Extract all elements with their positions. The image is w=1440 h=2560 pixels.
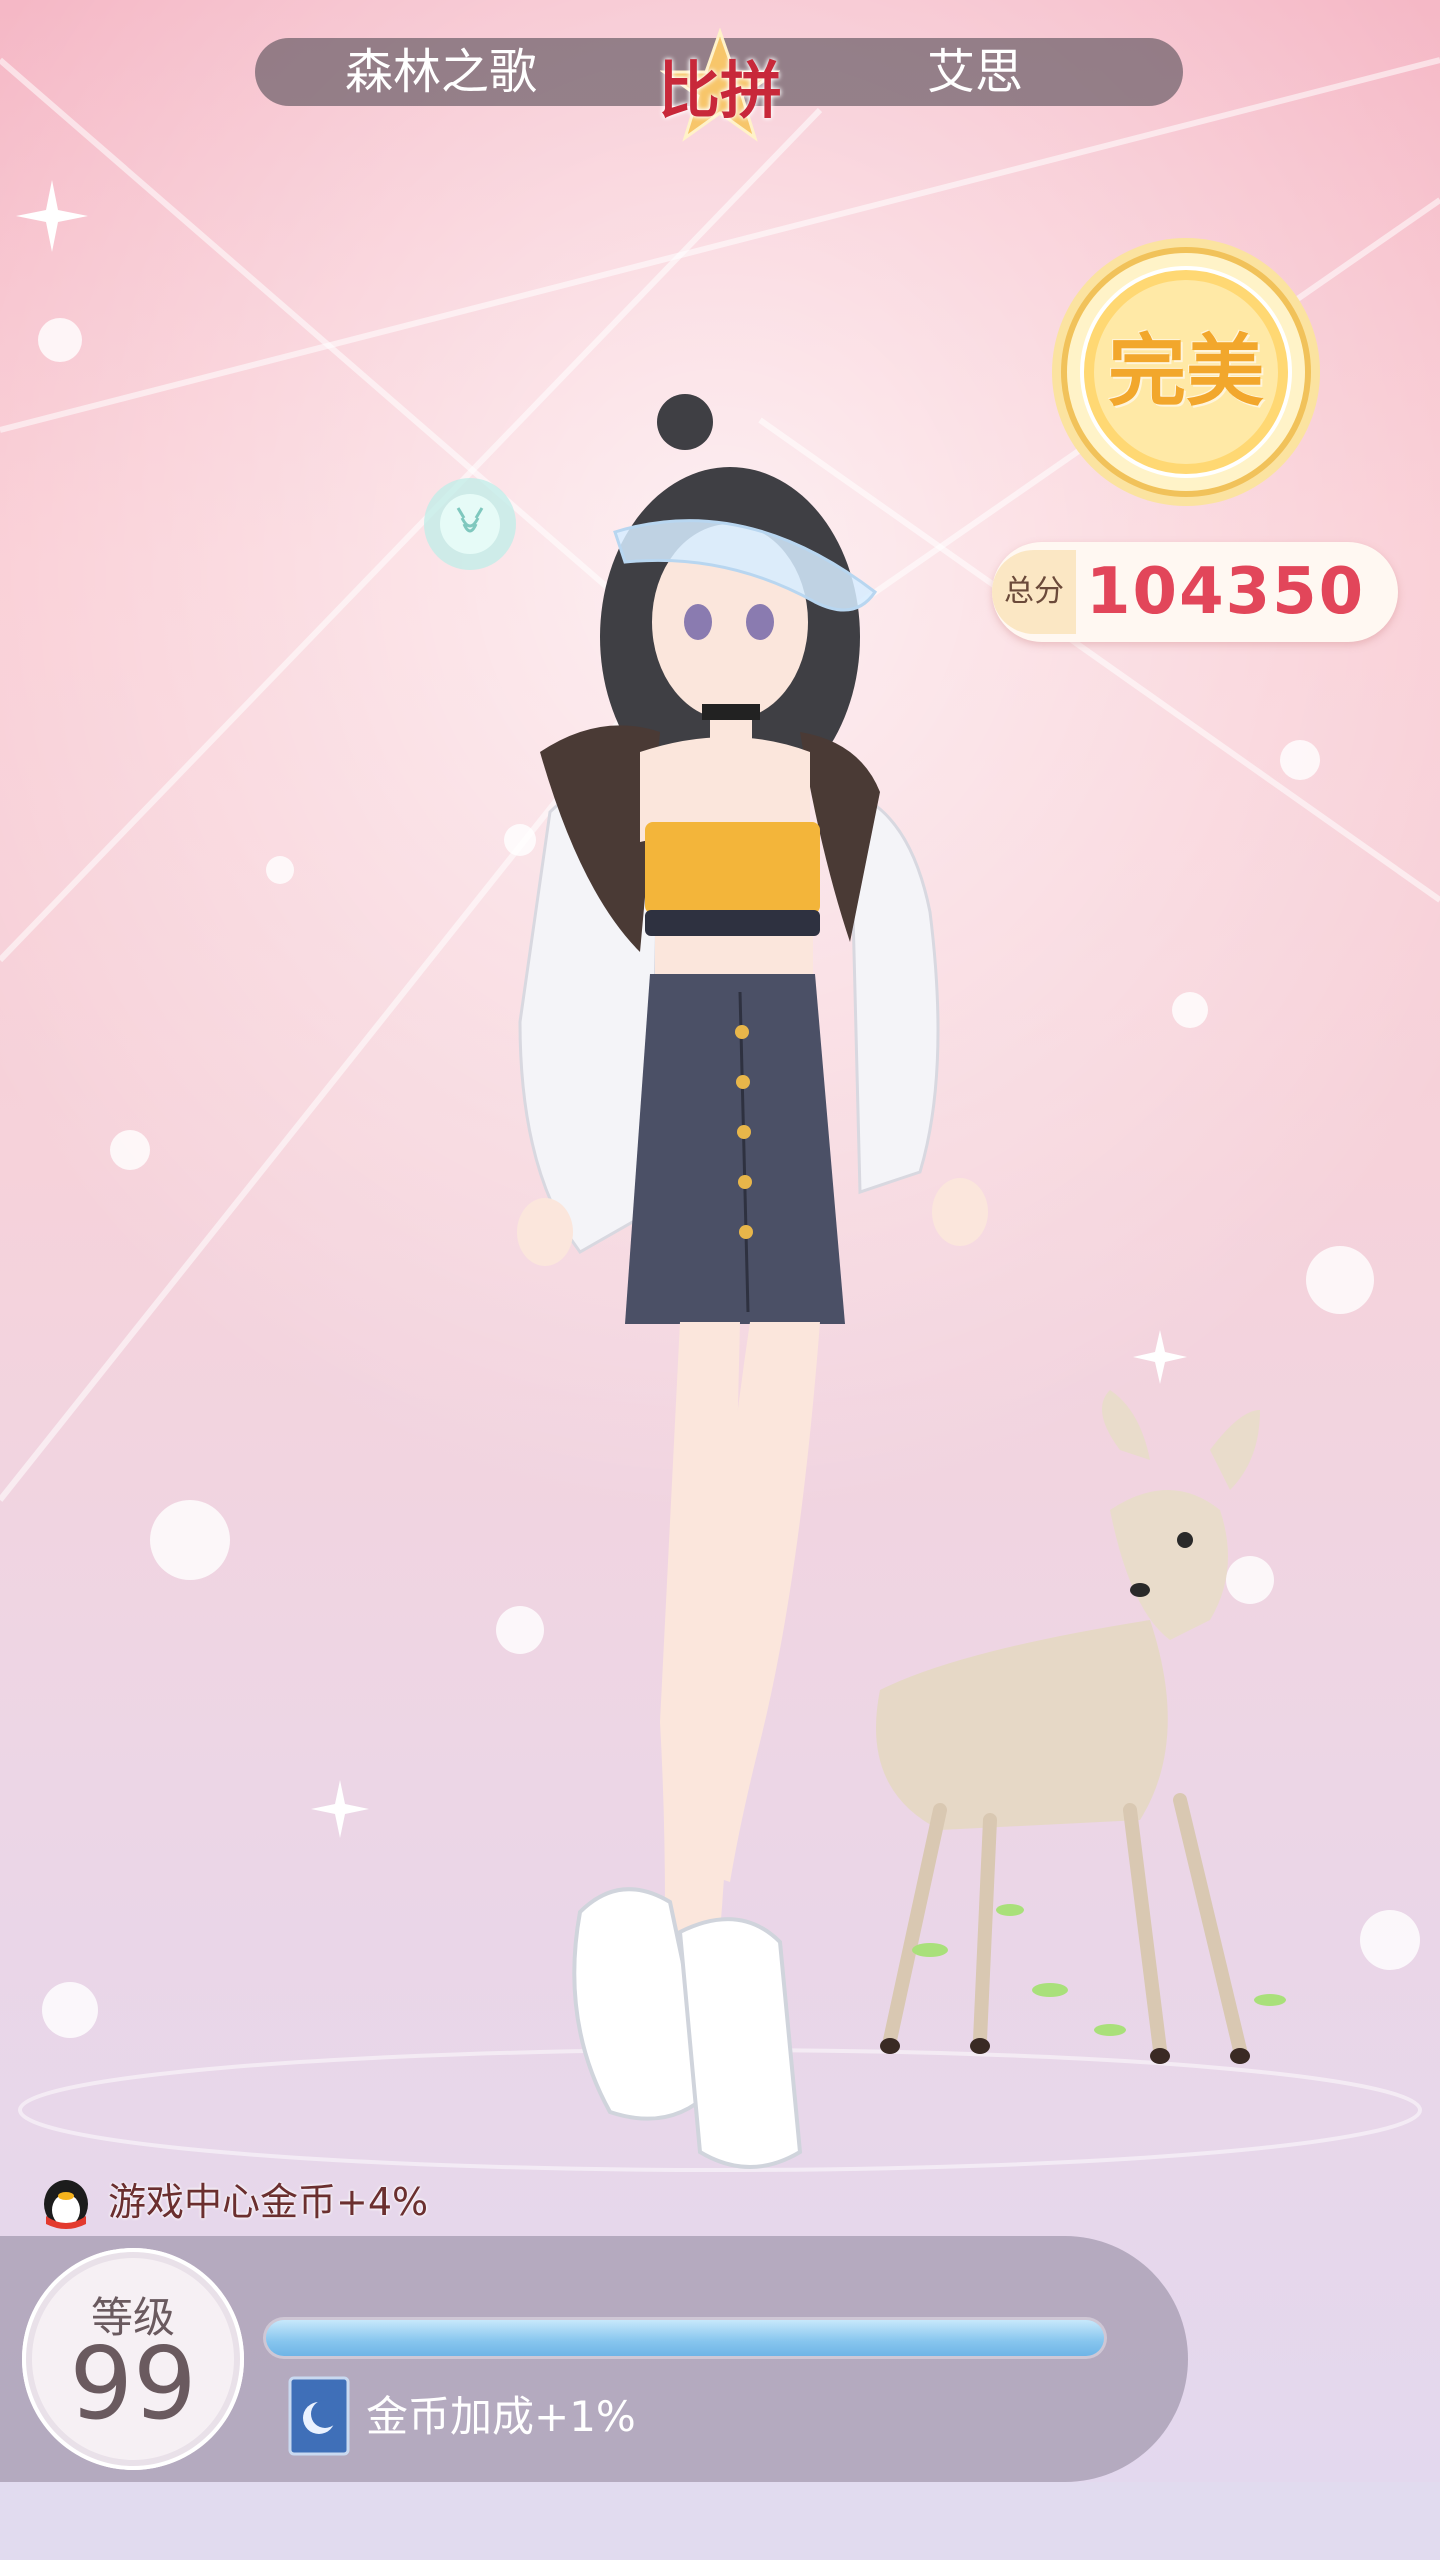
bottom-strip [0,2482,1440,2560]
total-score-pill: 总分 104350 [992,542,1398,642]
left-player-name: 森林之歌 [345,44,538,100]
game-center-bonus-text: 游戏中心金币+4% [108,2180,429,2224]
versus-label: 比拼 [657,54,782,127]
perfect-rating-medal: 完美 [1048,234,1324,510]
level-panel: 等级 99 金币加成+1% [0,2236,1188,2482]
coin-bonus-text: 金币加成+1% [366,2392,636,2441]
deer-companion-illustration [876,1390,1286,2064]
experience-progress-fill [266,2320,1104,2356]
total-score-value: 104350 [1086,555,1366,629]
versus-bar: 森林之歌 比拼 艾思 [255,28,1183,142]
qq-penguin-icon [44,2180,88,2229]
right-player-name: 艾思 [927,44,1024,100]
level-value: 99 [69,2325,197,2442]
level-badge: 等级 99 [22,2248,244,2470]
moon-book-icon [288,2376,350,2456]
experience-progress-bar [266,2320,1104,2356]
versus-badge: 比拼 [645,28,795,142]
rating-text: 完美 [1107,327,1264,417]
